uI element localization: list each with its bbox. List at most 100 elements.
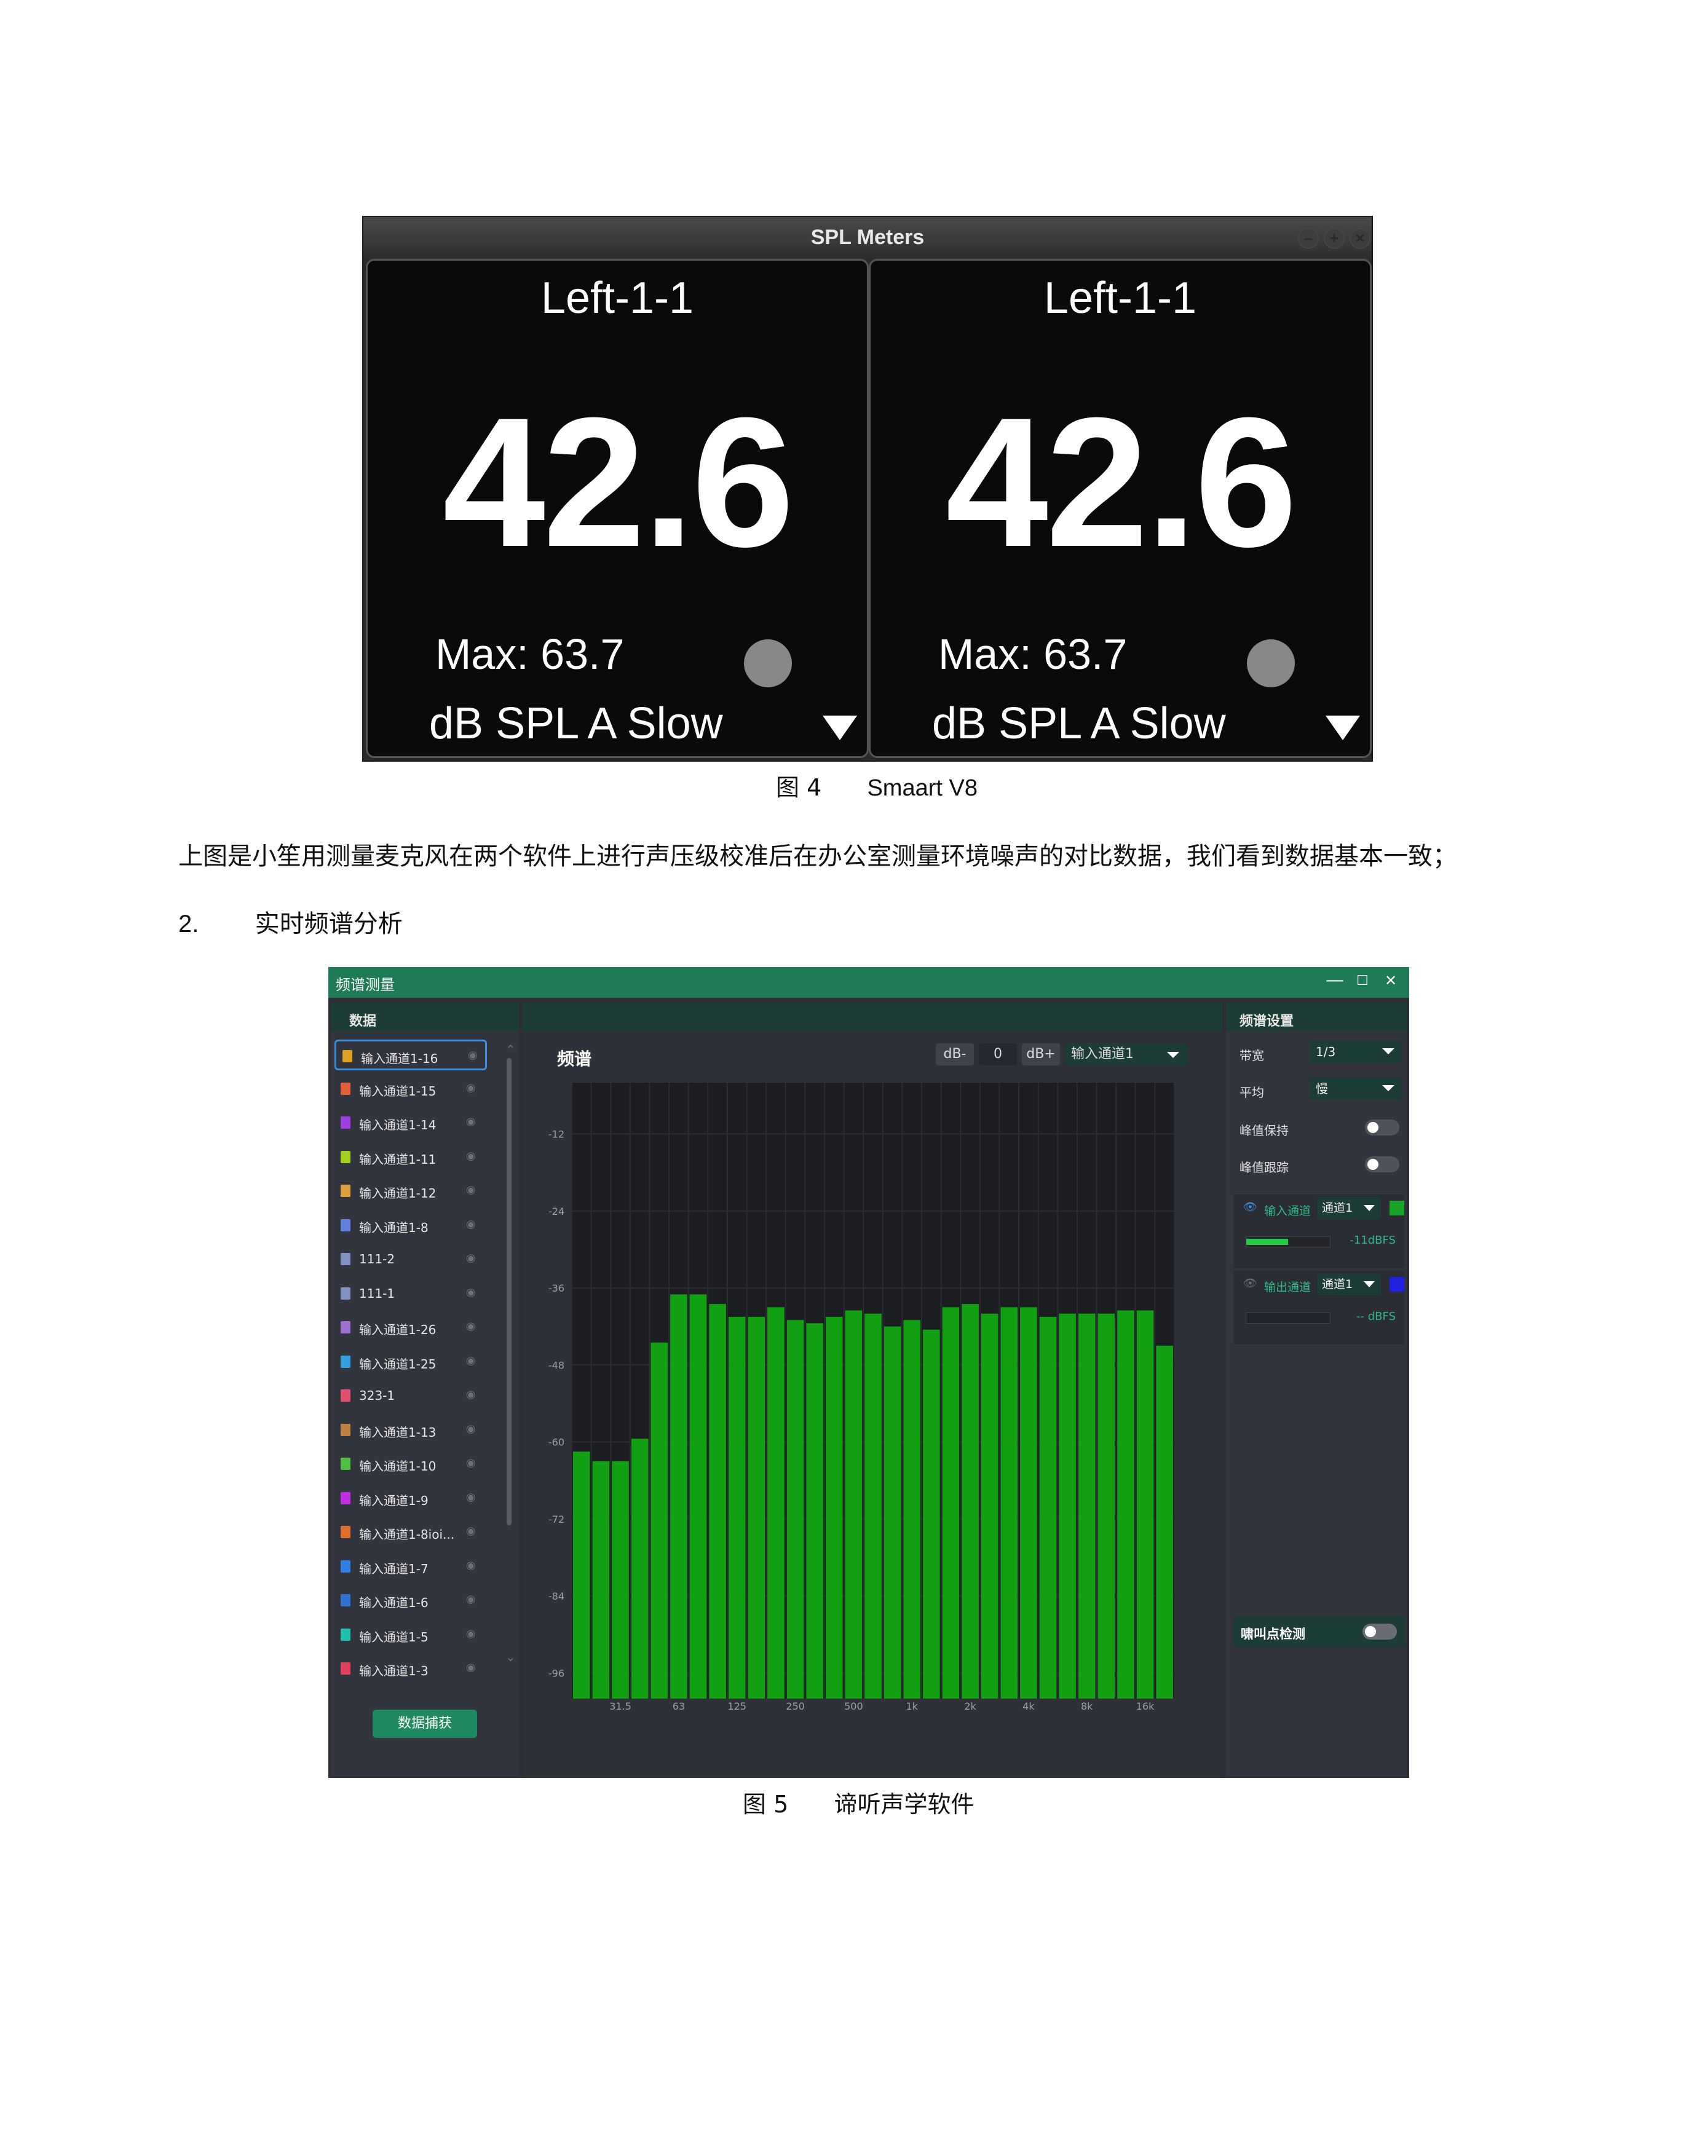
data-panel-header: 数据 bbox=[331, 1003, 519, 1031]
spectrum-settings-panel: 频谱设置 带宽 1/3 平均 慢 峰值保持 峰值跟踪 👁 输入通道 通道1 -1… bbox=[1226, 1003, 1407, 1776]
data-list-item[interactable]: 111-1 ◉ bbox=[334, 1279, 487, 1309]
y-tick-label: -24 bbox=[548, 1206, 564, 1217]
average-label: 平均 bbox=[1239, 1085, 1264, 1100]
spectrum-bar bbox=[786, 1320, 804, 1699]
data-list-scrollbar[interactable] bbox=[507, 1058, 512, 1525]
maximize-icon[interactable]: ☐ bbox=[1356, 973, 1369, 989]
spectrum-bar bbox=[903, 1320, 921, 1699]
average-select[interactable]: 慢 bbox=[1310, 1078, 1402, 1100]
eye-icon[interactable]: ◉ bbox=[466, 1423, 476, 1435]
dropdown-arrow-icon[interactable] bbox=[1326, 716, 1360, 740]
chevron-down-icon bbox=[1167, 1052, 1179, 1058]
data-capture-button[interactable]: 数据捕获 bbox=[373, 1710, 477, 1738]
peak-hold-toggle[interactable] bbox=[1365, 1119, 1399, 1135]
data-list-item[interactable]: 输入通道1-3 ◉ bbox=[334, 1654, 487, 1684]
data-list-item[interactable]: 输入通道1-25 ◉ bbox=[334, 1347, 487, 1378]
data-list-item[interactable]: 输入通道1-10 ◉ bbox=[334, 1449, 487, 1480]
howling-detection-toggle[interactable] bbox=[1362, 1624, 1397, 1640]
eye-icon[interactable]: ◉ bbox=[466, 1456, 476, 1469]
scroll-down-icon[interactable]: ⌄ bbox=[505, 1649, 516, 1665]
spectrum-bar bbox=[709, 1304, 726, 1699]
db-value-field[interactable]: 0 bbox=[979, 1043, 1017, 1065]
minimize-icon[interactable]: – bbox=[1298, 228, 1319, 249]
spectrum-bar bbox=[923, 1329, 940, 1699]
data-list-item[interactable]: 111-2 ◉ bbox=[334, 1244, 487, 1275]
chevron-down-icon bbox=[1364, 1281, 1375, 1287]
x-tick-label: 500 bbox=[844, 1700, 863, 1712]
scroll-up-icon[interactable]: ⌃ bbox=[505, 1042, 516, 1057]
data-list-item[interactable]: 输入通道1-6 ◉ bbox=[334, 1585, 487, 1616]
data-list-item[interactable]: 输入通道1-16 ◉ bbox=[334, 1040, 487, 1070]
eye-icon[interactable]: ◉ bbox=[466, 1525, 476, 1538]
eye-icon[interactable]: 👁 bbox=[1243, 1201, 1257, 1214]
x-tick-label: 1k bbox=[906, 1700, 918, 1712]
spectrum-title: 频谱 bbox=[557, 1049, 592, 1069]
dropdown-arrow-icon[interactable] bbox=[823, 716, 857, 740]
x-tick-label: 8k bbox=[1081, 1700, 1093, 1712]
data-list-item[interactable]: 输入通道1-7 ◉ bbox=[334, 1552, 487, 1582]
eye-icon[interactable]: ◉ bbox=[466, 1183, 476, 1196]
file-icon bbox=[341, 1082, 350, 1095]
chevron-down-icon bbox=[1382, 1048, 1394, 1054]
data-list-item[interactable]: 输入通道1-8 ◉ bbox=[334, 1210, 487, 1241]
data-list-item-label: 输入通道1-26 bbox=[359, 1322, 437, 1337]
eye-icon[interactable]: ◉ bbox=[466, 1081, 476, 1094]
eye-icon[interactable]: ◉ bbox=[468, 1049, 478, 1062]
input-channel-select[interactable]: 通道1 bbox=[1317, 1197, 1381, 1219]
section-heading: 2. 实时频谱分析 bbox=[178, 904, 403, 939]
output-channel-select[interactable]: 通道1 bbox=[1317, 1273, 1381, 1295]
data-list-item[interactable]: 输入通道1-14 ◉ bbox=[334, 1108, 487, 1139]
data-list-item[interactable]: 输入通道1-15 ◉ bbox=[334, 1074, 487, 1105]
eye-icon[interactable]: ◉ bbox=[466, 1491, 476, 1504]
meter-reset-icon[interactable] bbox=[744, 639, 792, 687]
data-list-item-label: 输入通道1-3 bbox=[359, 1664, 429, 1678]
maximize-icon[interactable]: + bbox=[1324, 228, 1345, 249]
db-minus-button[interactable]: dB- bbox=[936, 1043, 974, 1065]
spectrum-bar bbox=[612, 1461, 629, 1699]
input-color-swatch[interactable] bbox=[1390, 1201, 1404, 1215]
data-list-item[interactable]: 输入通道1-8ioi... ◉ bbox=[334, 1517, 487, 1548]
eye-icon[interactable]: ◉ bbox=[466, 1320, 476, 1333]
file-icon bbox=[341, 1218, 350, 1231]
bandwidth-select[interactable]: 1/3 bbox=[1310, 1041, 1402, 1063]
meter-reset-icon[interactable] bbox=[1247, 639, 1295, 687]
file-icon bbox=[341, 1355, 350, 1368]
file-icon bbox=[341, 1628, 350, 1641]
eye-icon[interactable]: ◉ bbox=[466, 1286, 476, 1299]
eye-icon[interactable]: ◉ bbox=[466, 1252, 476, 1265]
y-tick-label: -12 bbox=[548, 1129, 564, 1140]
data-list-item[interactable]: 输入通道1-12 ◉ bbox=[334, 1176, 487, 1207]
peak-hold-label: 峰值保持 bbox=[1239, 1123, 1289, 1138]
data-list-item-label: 输入通道1-8 bbox=[359, 1220, 429, 1235]
eye-icon[interactable]: ◉ bbox=[466, 1661, 476, 1674]
eye-icon[interactable]: ◉ bbox=[466, 1627, 476, 1640]
output-level-readout: -- dBFS bbox=[1356, 1310, 1396, 1323]
meter-max: Max: 63.7 bbox=[435, 630, 625, 678]
eye-icon[interactable]: ◉ bbox=[466, 1559, 476, 1572]
db-plus-button[interactable]: dB+ bbox=[1022, 1043, 1060, 1065]
eye-icon[interactable]: ◉ bbox=[466, 1150, 476, 1163]
peak-track-toggle[interactable] bbox=[1365, 1156, 1399, 1172]
spectrum-panel-header bbox=[523, 1003, 1222, 1031]
close-icon[interactable]: ✕ bbox=[1385, 972, 1397, 989]
minimize-icon[interactable]: — bbox=[1326, 969, 1344, 991]
data-list-item[interactable]: 输入通道1-26 ◉ bbox=[334, 1313, 487, 1343]
data-list-item[interactable]: 输入通道1-9 ◉ bbox=[334, 1483, 487, 1514]
data-list-item[interactable]: 输入通道1-5 ◉ bbox=[334, 1620, 487, 1651]
eye-icon[interactable]: ◉ bbox=[466, 1593, 476, 1606]
channel-select[interactable]: 输入通道1 bbox=[1065, 1043, 1188, 1065]
close-icon[interactable]: × bbox=[1350, 228, 1370, 249]
eye-icon[interactable]: ◉ bbox=[466, 1218, 476, 1231]
data-list-item[interactable]: 输入通道1-11 ◉ bbox=[334, 1142, 487, 1173]
output-color-swatch[interactable] bbox=[1390, 1277, 1404, 1292]
peak-track-label: 峰值跟踪 bbox=[1239, 1160, 1289, 1175]
data-list-item[interactable]: 323-1 ◉ bbox=[334, 1381, 487, 1412]
eye-icon[interactable]: ◉ bbox=[466, 1388, 476, 1401]
figure5-caption: 图 5 谛听声学软件 bbox=[743, 1785, 974, 1819]
eye-icon[interactable]: ◉ bbox=[466, 1115, 476, 1128]
eye-icon[interactable]: ◉ bbox=[466, 1354, 476, 1367]
data-list-item[interactable]: 输入通道1-13 ◉ bbox=[334, 1415, 487, 1446]
file-icon bbox=[341, 1491, 350, 1504]
eye-icon[interactable]: 👁 bbox=[1243, 1277, 1257, 1290]
spectrum-bar bbox=[981, 1313, 998, 1699]
